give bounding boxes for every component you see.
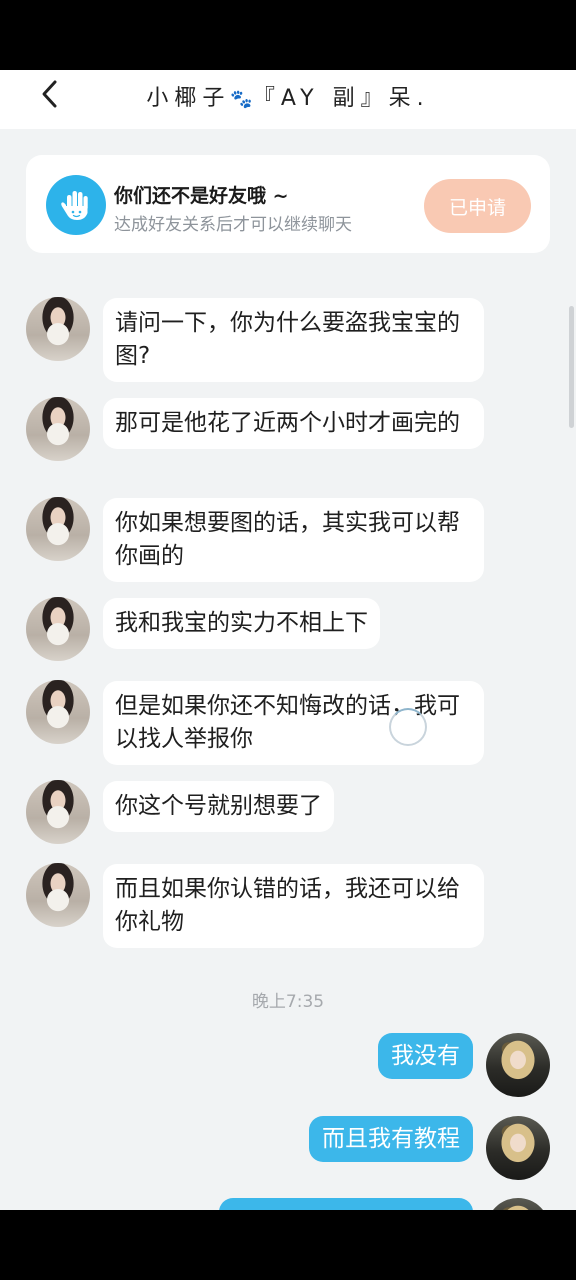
waving-hand-icon	[46, 175, 106, 235]
loading-spinner-icon	[389, 708, 427, 746]
page-title: 小椰子🐾『AY 副』呆.	[0, 80, 576, 112]
message-timestamp: 晚上7:35	[251, 992, 325, 1012]
contact-avatar[interactable]	[26, 497, 90, 561]
title-suffix: 『AY 副』呆.	[252, 86, 430, 111]
my-avatar[interactable]	[486, 1198, 550, 1210]
incoming-message: 那可是他花了近两个小时才画完的	[103, 398, 484, 449]
paw-icon: 🐾	[230, 89, 253, 110]
title-name: 小椰子	[146, 86, 231, 111]
outgoing-message: 我没有	[378, 1033, 473, 1079]
incoming-message: 而且如果你认错的话，我还可以给你礼物	[103, 864, 484, 948]
incoming-message: 但是如果你还不知悔改的话，我可以找人举报你	[103, 681, 484, 765]
contact-avatar[interactable]	[26, 680, 90, 744]
scrollbar[interactable]	[569, 306, 574, 428]
friend-request-banner: 你们还不是好友哦 ~ 达成好友关系后才可以继续聊天 已申请	[26, 155, 550, 253]
contact-avatar[interactable]	[26, 397, 90, 461]
chat-screen: 小椰子🐾『AY 副』呆. 你们还不是好友哦 ~ 达成好友关系后才可以继续聊天 已…	[0, 70, 576, 1210]
contact-avatar[interactable]	[26, 597, 90, 661]
incoming-message: 请问一下，你为什么要盗我宝宝的图?	[103, 298, 484, 382]
incoming-message: 我和我宝的实力不相上下	[103, 598, 380, 649]
my-avatar[interactable]	[486, 1033, 550, 1097]
applied-button[interactable]: 已申请	[424, 179, 531, 233]
incoming-message: 你这个号就别想要了	[103, 781, 334, 832]
banner-subtitle: 达成好友关系后才可以继续聊天	[114, 215, 352, 235]
contact-avatar[interactable]	[26, 297, 90, 361]
incoming-message: 你如果想要图的话，其实我可以帮你画的	[103, 498, 484, 582]
outgoing-message-partial	[219, 1198, 473, 1210]
contact-avatar[interactable]	[26, 780, 90, 844]
my-avatar[interactable]	[486, 1116, 550, 1180]
banner-title: 你们还不是好友哦 ~	[114, 185, 289, 207]
outgoing-message: 而且我有教程	[309, 1116, 473, 1162]
chat-header: 小椰子🐾『AY 副』呆.	[0, 70, 576, 129]
contact-avatar[interactable]	[26, 863, 90, 927]
